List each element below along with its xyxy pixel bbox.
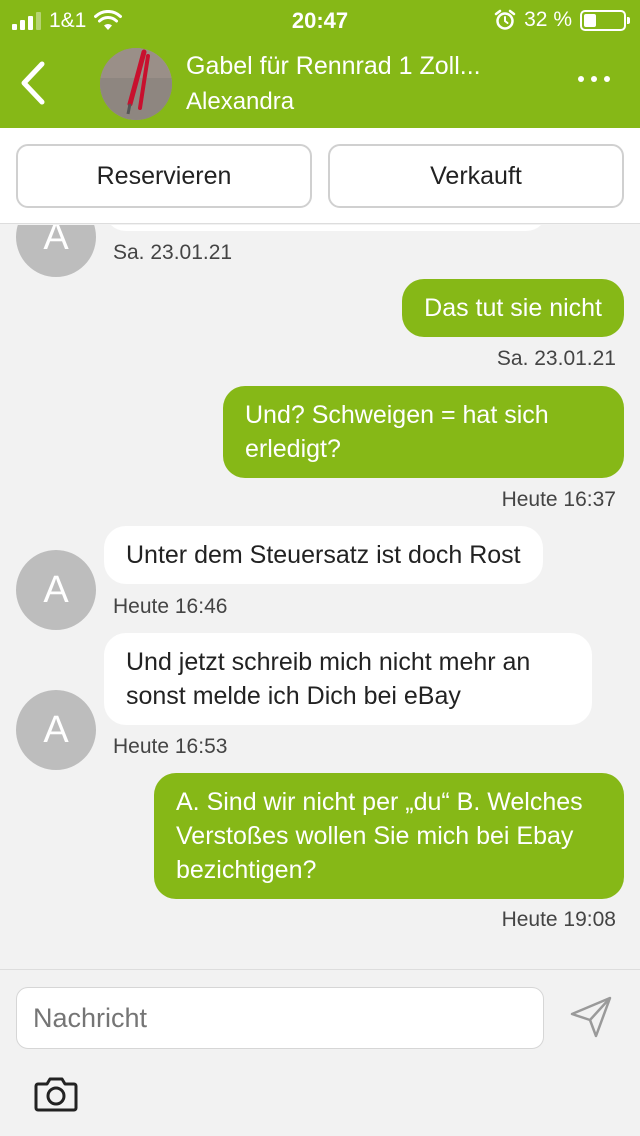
message-bubble-outgoing: Und? Schweigen = hat sich erledigt? — [223, 386, 624, 478]
avatar: A — [16, 550, 96, 630]
message-timestamp: Sa. 23.01.21 — [113, 241, 233, 264]
message-bubble-outgoing: A. Sind wir nicht per „du“ B. Welches Ve… — [154, 773, 624, 899]
item-thumbnail[interactable] — [100, 48, 172, 120]
message-timestamp: Heute 16:37 — [501, 488, 616, 511]
composer — [0, 969, 640, 1136]
avatar-initial: A — [43, 568, 69, 611]
status-right: 32 % — [494, 8, 630, 32]
conversation-partner: Alexandra — [186, 88, 295, 115]
action-bar: Reservieren Verkauft — [0, 128, 640, 224]
alarm-icon — [494, 9, 516, 30]
message-bubble-incoming — [104, 225, 548, 231]
sold-button[interactable]: Verkauft — [328, 144, 624, 208]
camera-icon[interactable] — [34, 1074, 78, 1114]
status-bar: 1&1 20:47 32 % — [0, 0, 640, 40]
message-timestamp: Heute 16:53 — [113, 735, 228, 758]
avatar-initial: A — [43, 225, 69, 258]
message-bubble-outgoing: Das tut sie nicht — [402, 279, 624, 337]
message-bubble-incoming: Unter dem Steuersatz ist doch Rost — [104, 526, 543, 584]
conversation-title: Gabel für Rennrad 1 Zoll... — [186, 52, 481, 80]
battery-icon — [580, 9, 630, 31]
message-input[interactable] — [16, 987, 544, 1049]
reserve-button[interactable]: Reservieren — [16, 144, 312, 208]
send-icon[interactable] — [568, 994, 614, 1040]
app-header: 1&1 20:47 32 % Gabel für Rennrad 1 Zoll.… — [0, 0, 640, 128]
nav-bar: Gabel für Rennrad 1 Zoll... Alexandra — [0, 40, 640, 128]
message-timestamp: Sa. 23.01.21 — [496, 347, 616, 370]
avatar: A — [16, 225, 96, 277]
message-timestamp: Heute 19:08 — [501, 908, 616, 931]
more-icon[interactable] — [578, 76, 610, 82]
message-timestamp: Heute 16:46 — [113, 595, 228, 618]
message-bubble-incoming: Und jetzt schreib mich nicht mehr an son… — [104, 633, 592, 725]
chevron-left-icon[interactable] — [14, 58, 54, 108]
battery-fill — [584, 13, 596, 27]
avatar: A — [16, 690, 96, 770]
battery-percent: 32 % — [524, 8, 572, 31]
avatar-initial: A — [43, 708, 69, 751]
bike-fork-image — [100, 48, 172, 120]
message-list[interactable]: A Sa. 23.01.21 Das tut sie nicht Sa. 23.… — [0, 225, 640, 969]
